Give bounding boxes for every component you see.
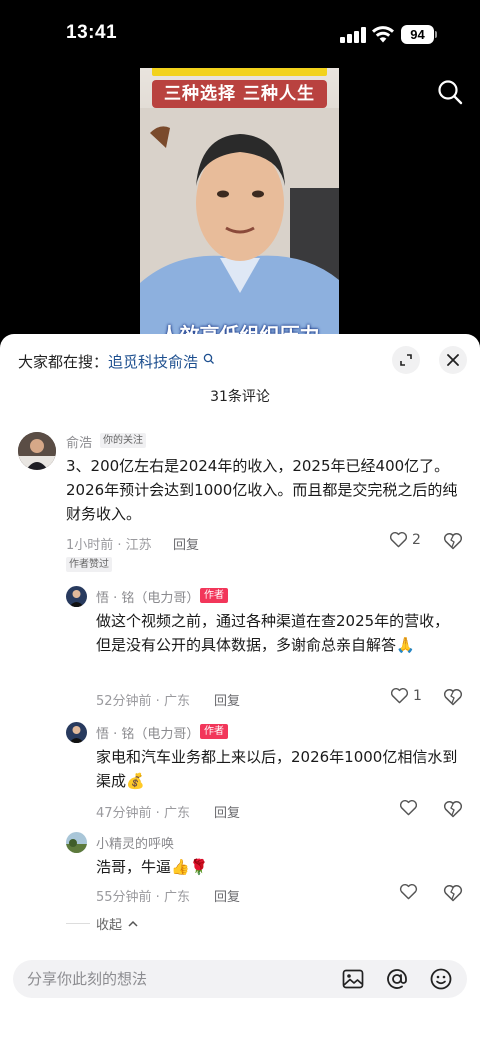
video-caption: 三种选择 三种人生	[152, 80, 327, 108]
comment-author[interactable]: 俞浩	[66, 432, 92, 451]
comment-sheet: 大家都在搜：追觅科技俞浩 31条评论 俞浩 你的关注 3、200亿左右是2024…	[0, 334, 480, 1043]
wifi-icon	[372, 26, 394, 43]
reply-button[interactable]: 回复	[173, 534, 199, 553]
video-player[interactable]: 三种选择 三种人生 人效高低组织压力	[0, 68, 480, 338]
dislike-heart-icon[interactable]	[443, 532, 463, 550]
avatar[interactable]	[18, 432, 56, 470]
avatar[interactable]	[66, 586, 87, 607]
comment-author[interactable]: 悟 · 铭（电力哥）	[96, 723, 199, 742]
comment-count: 31条评论	[210, 389, 270, 405]
keyword-search-icon	[203, 353, 214, 364]
heart-icon	[399, 799, 418, 816]
following-tag: 你的关注	[100, 433, 146, 448]
expand-icon	[400, 354, 412, 366]
chevron-up-icon	[128, 920, 138, 927]
author-tag: 作者	[200, 588, 228, 603]
close-button[interactable]	[439, 346, 467, 374]
avatar[interactable]	[66, 832, 87, 853]
author-liked-tag: 作者赞过	[66, 557, 112, 572]
comment-meta: 55分钟前 · 广东	[96, 890, 190, 905]
like-button[interactable]: 1	[390, 687, 422, 704]
reply-button[interactable]: 回复	[214, 886, 240, 905]
image-icon[interactable]	[341, 967, 365, 991]
comment-input[interactable]	[27, 960, 327, 998]
battery-indicator: 94	[401, 25, 434, 44]
comment-text: 家电和汽车业务都上来以后，2026年1000亿相信水到渠成💰	[96, 748, 458, 790]
dislike-heart-icon[interactable]	[443, 884, 463, 902]
trending-search-prefix: 大家都在搜：	[18, 353, 109, 371]
status-bar: 13:41 94	[0, 0, 480, 70]
search-icon[interactable]	[436, 78, 464, 106]
cellular-signal-icon	[340, 27, 366, 43]
dislike-heart-icon[interactable]	[443, 800, 463, 818]
like-button[interactable]: 2	[389, 531, 421, 548]
reply-button[interactable]: 回复	[214, 690, 240, 709]
collapse-replies-button[interactable]: 收起	[66, 914, 138, 933]
trending-search[interactable]: 大家都在搜：追觅科技俞浩	[18, 351, 215, 372]
comment-text: 做这个视频之前，通过各种渠道在查2025年的营收，但是没有公开的具体数据，多谢俞…	[96, 612, 450, 654]
comment-text: 浩哥，牛逼👍🌹	[96, 858, 209, 876]
collapse-label: 收起	[96, 918, 123, 933]
video-frame[interactable]: 三种选择 三种人生 人效高低组织压力	[140, 68, 339, 338]
like-button[interactable]	[399, 883, 422, 900]
status-time: 13:41	[66, 22, 118, 43]
close-icon	[447, 354, 459, 366]
heart-icon	[390, 687, 409, 704]
battery-tip	[435, 31, 437, 38]
dislike-heart-icon[interactable]	[443, 688, 463, 706]
author-tag: 作者	[200, 724, 228, 739]
like-count: 2	[412, 531, 421, 548]
like-count: 1	[413, 687, 422, 704]
heart-icon	[399, 883, 418, 900]
comment-meta: 47分钟前 · 广东	[96, 806, 190, 821]
video-presenter-image	[140, 108, 339, 338]
comment-meta: 1小时前 · 江苏	[66, 538, 152, 553]
comment-text: 3、200亿左右是2024年的收入，2025年已经400亿了。2026年预计会达…	[66, 457, 458, 523]
collapse-divider	[66, 923, 90, 924]
reply-button[interactable]: 回复	[214, 802, 240, 821]
comment-input-bar	[13, 960, 467, 998]
trending-search-keyword[interactable]: 追觅科技俞浩	[108, 353, 198, 371]
avatar[interactable]	[66, 722, 87, 743]
like-button[interactable]	[399, 799, 422, 816]
emoji-icon[interactable]	[429, 967, 453, 991]
comment-author[interactable]: 悟 · 铭（电力哥）	[96, 587, 199, 606]
at-icon[interactable]	[385, 967, 409, 991]
comment-author[interactable]: 小精灵的呼唤	[96, 833, 174, 852]
expand-button[interactable]	[392, 346, 420, 374]
comment-meta: 52分钟前 · 广东	[96, 694, 190, 709]
heart-icon	[389, 531, 408, 548]
video-title-strip	[152, 68, 327, 76]
